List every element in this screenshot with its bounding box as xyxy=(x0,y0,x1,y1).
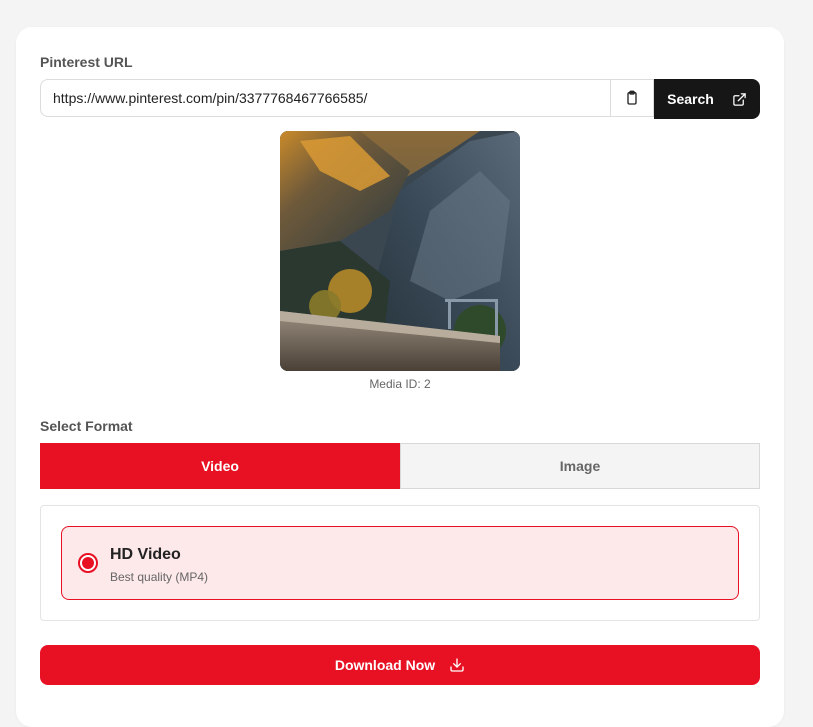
tab-image[interactable]: Image xyxy=(400,443,760,489)
paste-button[interactable] xyxy=(611,79,654,117)
external-link-icon xyxy=(733,92,746,106)
download-button-label: Download Now xyxy=(334,657,436,673)
option-title: HD Video xyxy=(110,546,181,563)
search-button[interactable]: Search xyxy=(654,79,760,119)
tab-video[interactable]: Video xyxy=(40,443,400,489)
url-label: Pinterest URL xyxy=(40,54,133,70)
mountain-landscape-image xyxy=(280,131,520,371)
radio-selected[interactable] xyxy=(78,553,98,573)
format-label: Select Format xyxy=(40,418,133,434)
radio-dot xyxy=(82,557,94,569)
download-icon xyxy=(450,658,464,672)
search-button-label: Search xyxy=(667,91,714,107)
media-id-caption: Media ID: 2 xyxy=(369,377,431,391)
url-input[interactable] xyxy=(40,79,611,117)
download-button[interactable]: Download Now xyxy=(40,645,760,685)
clipboard-icon xyxy=(627,90,637,105)
option-hd-video[interactable]: HD Video Best quality (MP4) xyxy=(61,526,739,600)
option-subtitle: Best quality (MP4) xyxy=(110,570,209,584)
media-preview xyxy=(280,131,520,371)
